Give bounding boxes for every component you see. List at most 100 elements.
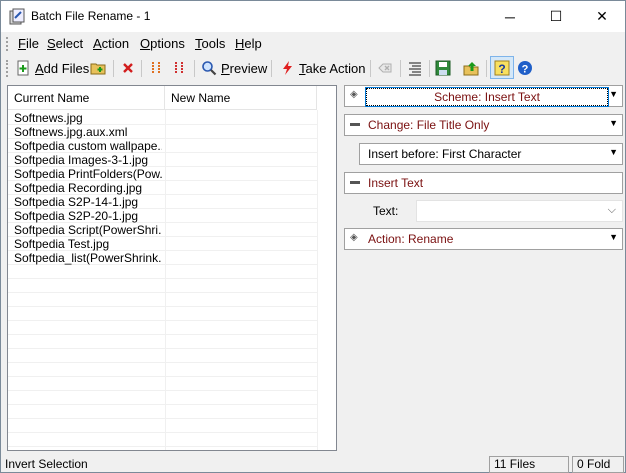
toolbar-separator (141, 60, 142, 77)
table-row[interactable]: Softnews.jpg.aux.xml (8, 125, 318, 139)
add-folder-icon (90, 63, 106, 75)
export-button[interactable] (463, 58, 479, 78)
file-name-cell: Softpedia Script(PowerShri... (14, 223, 162, 237)
toolbar-separator (370, 60, 371, 77)
app-window: Batch File Rename - 1 ─ ☐ ✕ File Select … (0, 0, 626, 473)
toolbar-separator (429, 60, 430, 77)
dropdown-arrow-icon[interactable]: ▼ (609, 89, 618, 99)
table-row[interactable]: Softpedia Recording.jpg (8, 181, 318, 195)
sort-up-button[interactable] (148, 58, 164, 78)
table-row[interactable]: Softpedia S2P-14-1.jpg (8, 195, 318, 209)
dropdown-arrow-icon[interactable]: ▼ (609, 232, 618, 242)
file-name-cell: Softpedia custom wallpape... (14, 139, 162, 153)
menu-options[interactable]: Options (140, 36, 185, 51)
add-files-label: Add Files (35, 60, 90, 76)
table-row[interactable]: Softpedia S2P-20-1.jpg (8, 209, 318, 223)
take-action-label: Take Action (299, 60, 366, 76)
folder-up-icon (463, 62, 479, 76)
toolbar-separator (194, 60, 195, 77)
insert-position-select[interactable]: Insert before: First Character ▼ (359, 143, 623, 165)
file-name-cell: Softnews.jpg.aux.xml (14, 125, 128, 139)
table-row (8, 335, 318, 349)
align-icon (409, 62, 421, 76)
menu-tools[interactable]: Tools (195, 36, 225, 51)
chevron-down-icon[interactable]: ⌵ (608, 204, 616, 217)
help-circle-icon: ? (518, 61, 532, 75)
dropdown-arrow-icon[interactable]: ▼ (609, 118, 618, 128)
properties-button[interactable] (407, 58, 423, 78)
toolbar-grip[interactable] (6, 60, 9, 77)
toolbar-separator (271, 60, 272, 77)
menu-file[interactable]: File (18, 36, 39, 51)
menu-select[interactable]: Select (47, 36, 83, 51)
action-row[interactable]: ◈ Action: Rename ▼ (344, 228, 623, 250)
list-red-icon (175, 62, 183, 74)
text-input[interactable]: ⌵ (416, 200, 623, 222)
dropdown-arrow-icon[interactable]: ▼ (609, 147, 618, 157)
file-name-cell: Softnews.jpg (14, 111, 83, 125)
table-row[interactable]: Softpedia Images-3-1.jpg (8, 153, 318, 167)
table-row (8, 433, 318, 447)
title-bar: Batch File Rename - 1 ─ ☐ ✕ (1, 1, 625, 32)
action-label: Action: Rename (368, 232, 454, 246)
table-row (8, 321, 318, 335)
add-folder-button[interactable] (90, 58, 106, 78)
add-file-icon (17, 60, 29, 76)
file-count: 11 Files (489, 456, 569, 473)
status-text: Invert Selection (5, 457, 88, 471)
table-row (8, 391, 318, 405)
file-name-cell: Softpedia S2P-20-1.jpg (14, 209, 139, 223)
svg-text:?: ? (498, 62, 505, 76)
collapse-icon[interactable]: ▬ (350, 118, 360, 129)
table-row (8, 279, 318, 293)
menubar-grip[interactable] (6, 37, 9, 51)
file-list[interactable]: Current Name New Name Softnews.jpg Softne… (7, 85, 337, 451)
change-row[interactable]: ▬ Change: File Title Only ▼ (344, 114, 623, 136)
file-name-cell: Softpedia PrintFolders(Pow... (14, 167, 162, 181)
table-row (8, 265, 318, 279)
table-row[interactable]: Softpedia custom wallpape... (8, 139, 318, 153)
take-action-button[interactable]: Take Action (279, 58, 366, 78)
table-row (8, 349, 318, 363)
clear-button[interactable] (377, 58, 393, 78)
context-help-button[interactable]: ? (490, 56, 514, 79)
close-button[interactable]: ✕ (579, 1, 625, 32)
table-row (8, 405, 318, 419)
remove-button[interactable] (120, 58, 136, 78)
menu-help[interactable]: Help (235, 36, 262, 51)
preview-label: Preview (221, 60, 268, 76)
file-name-cell: Softpedia_list(PowerShrink... (14, 251, 162, 265)
collapse-icon[interactable]: ▬ (350, 176, 360, 187)
file-name-cell: Softpedia Images-3-1.jpg (14, 153, 149, 167)
change-label: Change: File Title Only (368, 118, 490, 132)
table-row[interactable]: Softnews.jpg (8, 111, 318, 125)
table-row (8, 293, 318, 307)
table-row[interactable]: Softpedia_list(PowerShrink... (8, 251, 318, 265)
menu-bar: File Select Action Options Tools Help (1, 33, 625, 53)
table-row[interactable]: Softpedia Script(PowerShri... (8, 223, 318, 237)
insert-text-row[interactable]: ▬ Insert Text (344, 172, 623, 194)
maximize-button[interactable]: ☐ (533, 1, 579, 32)
scheme-select[interactable]: Scheme: Insert Text (365, 87, 609, 107)
column-header-current-name[interactable]: Current Name (8, 86, 165, 110)
list-orange-icon (152, 62, 160, 74)
help-button[interactable]: ? (517, 58, 533, 78)
add-files-button[interactable]: Add Files (15, 58, 89, 78)
table-row[interactable]: Softpedia PrintFolders(Pow... (8, 167, 318, 181)
save-icon (435, 60, 451, 76)
menu-action[interactable]: Action (93, 36, 129, 51)
file-name-cell: Softpedia Test.jpg (14, 237, 110, 251)
table-row (8, 377, 318, 391)
status-bar: Invert Selection 11 Files 0 Fold (1, 455, 625, 473)
table-row (8, 419, 318, 433)
save-button[interactable] (435, 58, 451, 78)
remove-icon (123, 63, 133, 73)
minimize-button[interactable]: ─ (487, 1, 533, 32)
sort-down-button[interactable] (171, 58, 187, 78)
insert-text-label: Insert Text (368, 176, 424, 190)
column-header-new-name[interactable]: New Name (165, 86, 317, 110)
preview-button[interactable]: Preview (201, 58, 267, 78)
toolbar-separator (400, 60, 401, 77)
table-row[interactable]: Softpedia Test.jpg (8, 237, 318, 251)
folder-count: 0 Fold (572, 456, 624, 473)
